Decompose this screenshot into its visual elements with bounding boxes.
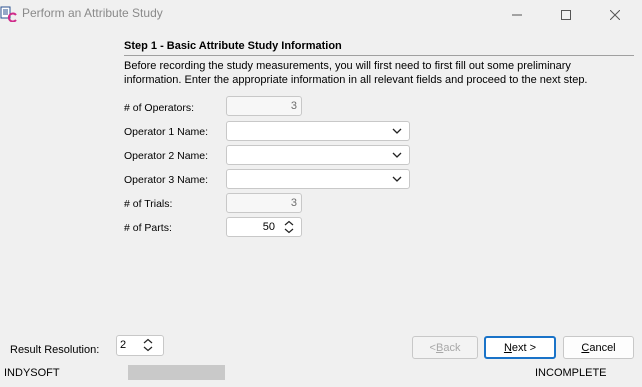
cancel-button-text: ancel — [589, 341, 616, 354]
operator-1-label: Operator 1 Name: — [124, 126, 209, 138]
result-resolution-label: Result Resolution: — [10, 344, 100, 356]
heading-divider — [124, 55, 634, 56]
maximize-icon — [561, 10, 571, 20]
instructions-line-1: Before recording the study measurements,… — [124, 60, 571, 72]
close-button[interactable] — [592, 0, 638, 30]
result-resolution-value: 2 — [120, 339, 127, 351]
trials-input[interactable]: 3 — [226, 193, 302, 213]
minimize-icon — [512, 14, 522, 16]
operator-3-dropdown[interactable] — [226, 169, 410, 189]
app-icon — [0, 6, 17, 22]
chevron-down-icon — [392, 176, 402, 182]
next-button-text: ext > — [511, 341, 537, 354]
operator-3-label: Operator 3 Name: — [124, 174, 209, 186]
back-button[interactable]: < Back — [412, 336, 478, 359]
status-company: INDYSOFT — [4, 367, 60, 379]
step-instructions: Before recording the study measurements,… — [124, 59, 634, 87]
window-title: Perform an Attribute Study — [22, 6, 163, 20]
next-button-accel: N — [503, 341, 512, 354]
instructions-line-2: information. Enter the appropriate infor… — [124, 74, 588, 86]
back-button-text: ack — [443, 341, 461, 354]
status-state: INCOMPLETE — [535, 367, 607, 379]
operator-2-label: Operator 2 Name: — [124, 150, 209, 162]
close-icon — [610, 10, 620, 20]
next-button[interactable]: Next > — [484, 336, 556, 359]
spin-updown-icon[interactable] — [141, 338, 155, 352]
operators-input[interactable]: 3 — [226, 96, 302, 116]
result-resolution-stepper[interactable]: 2 — [116, 335, 164, 356]
title-bar: Perform an Attribute Study — [0, 0, 642, 30]
cancel-button-accel: C — [581, 341, 590, 354]
minimize-button[interactable] — [494, 0, 540, 30]
maximize-button[interactable] — [543, 0, 589, 30]
operators-label: # of Operators: — [124, 102, 195, 114]
operator-2-dropdown[interactable] — [226, 145, 410, 165]
spin-updown-icon[interactable] — [282, 220, 296, 234]
trials-value: 3 — [290, 197, 297, 209]
operators-value: 3 — [290, 100, 297, 112]
operator-1-dropdown[interactable] — [226, 121, 410, 141]
progress-bar — [128, 365, 225, 380]
step-heading: Step 1 - Basic Attribute Study Informati… — [124, 40, 342, 52]
parts-label: # of Parts: — [124, 222, 172, 234]
chevron-down-icon — [392, 128, 402, 134]
cancel-button[interactable]: Cancel — [563, 336, 634, 359]
chevron-down-icon — [392, 152, 402, 158]
parts-stepper[interactable]: 50 — [226, 217, 302, 237]
trials-label: # of Trials: — [124, 198, 173, 210]
parts-value: 50 — [262, 221, 275, 233]
back-button-accel: B — [435, 341, 444, 354]
